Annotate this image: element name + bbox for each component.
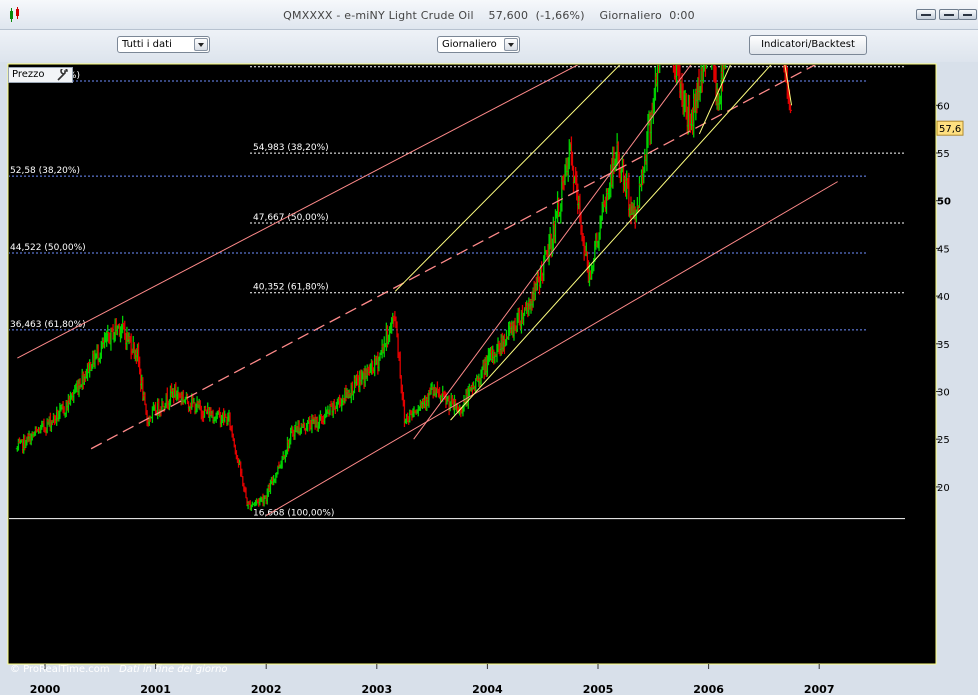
x-tick-label: 2003 [361,683,392,695]
y-tick-label: 45 [937,244,950,255]
close-button[interactable] [958,9,977,20]
minimize-button[interactable] [916,9,936,20]
fib-label-lower: 44,522 (50,00%) [10,243,86,253]
wrench-icon[interactable] [56,69,70,81]
range-select-value: Tutti i dati [122,39,172,50]
window-title: QMXXXX - e-miNY Light Crude Oil 57,600 (… [283,9,695,22]
y-tick-label: 65 [937,62,950,65]
y-tick-label: 20 [937,483,950,494]
fib-label-lower: 52,58 (38,20%) [10,166,80,176]
x-tick-label: 2005 [583,683,614,695]
x-tick-label: 2000 [30,683,61,695]
maximize-button[interactable] [939,9,959,20]
chevron-down-icon[interactable] [504,38,518,51]
y-tick-label: 55 [937,149,950,160]
plot-area [7,63,937,665]
chart-footer: © ProRealTime.com Dati in fine del giorn… [10,664,228,675]
x-tick-label: 2006 [693,683,724,695]
source-credit: © ProRealTime.com [10,664,110,675]
y-tick-label: 35 [937,340,950,351]
y-tick-label: 25 [937,435,950,446]
chevron-down-icon[interactable] [194,38,208,51]
y-tick-label: 50 [937,197,951,208]
range-select[interactable]: Tutti i dati [117,36,210,53]
last-price-tag-text: 57,6 [939,124,961,135]
price-chart[interactable]: 62,55 (23,60%)52,58 (38,20%)44,522 (50,0… [0,62,978,695]
panel-label-text: Prezzo [12,69,45,80]
panel-label[interactable]: Prezzo [8,67,73,83]
period-select-value: Giornaliero [442,39,497,50]
x-tick-label: 2001 [140,683,171,695]
fib-label-upper: 54,983 (38,20%) [253,143,329,153]
title-bar: QMXXXX - e-miNY Light Crude Oil 57,600 (… [0,0,978,30]
fib-label-upper: 40,352 (61,80%) [253,283,329,293]
data-note: Dati in fine del giorno [119,664,228,675]
y-tick-label: 30 [937,388,950,399]
y-tick-label: 60 [937,101,950,112]
x-tick-label: 2007 [804,683,835,695]
indicators-backtest-button[interactable]: Indicatori/Backtest [749,35,867,55]
x-tick-label: 2004 [472,683,503,695]
x-tick-label: 2002 [251,683,282,695]
period-select[interactable]: Giornaliero [437,36,520,53]
y-tick-label: 40 [937,292,950,303]
fib-label-upper: 16,668 (100,00%) [253,509,334,519]
